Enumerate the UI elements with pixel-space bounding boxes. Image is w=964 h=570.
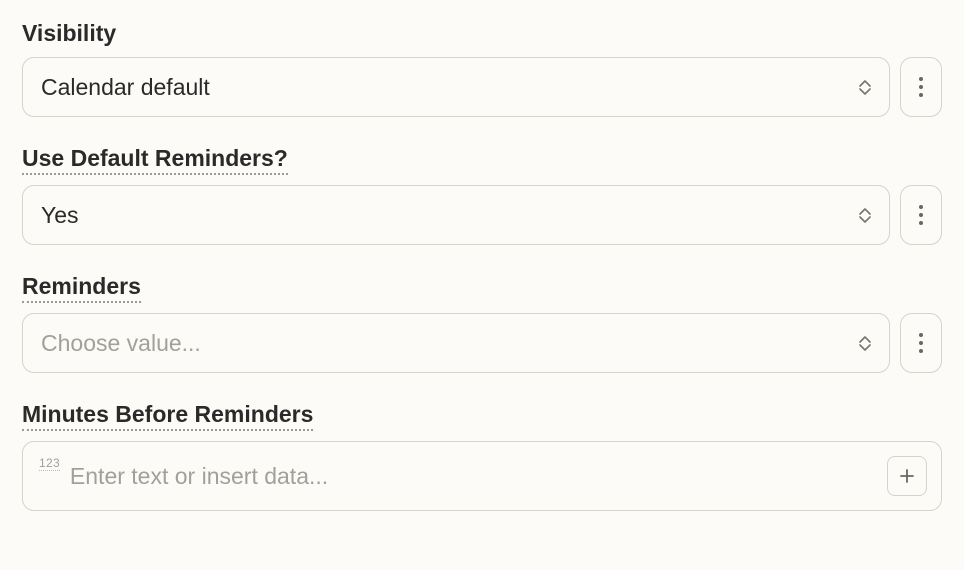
reminders-more-button[interactable]	[900, 313, 942, 373]
use-default-reminders-more-button[interactable]	[900, 185, 942, 245]
field-reminders: Reminders Choose value...	[22, 273, 942, 373]
more-vertical-icon	[919, 205, 923, 225]
minutes-before-row: 123 Enter text or insert data...	[22, 441, 942, 511]
use-default-reminders-label: Use Default Reminders?	[22, 145, 288, 175]
reminders-select[interactable]: Choose value...	[22, 313, 890, 373]
visibility-value: Calendar default	[41, 74, 859, 101]
reminders-row: Choose value...	[22, 313, 942, 373]
plus-icon	[898, 467, 916, 485]
visibility-more-button[interactable]	[900, 57, 942, 117]
use-default-reminders-select[interactable]: Yes	[22, 185, 890, 245]
use-default-reminders-value: Yes	[41, 202, 859, 229]
minutes-before-input[interactable]: 123 Enter text or insert data...	[22, 441, 942, 511]
visibility-row: Calendar default	[22, 57, 942, 117]
field-visibility: Visibility Calendar default	[22, 20, 942, 117]
reminders-label: Reminders	[22, 273, 141, 303]
select-chevrons-icon	[859, 336, 871, 351]
use-default-reminders-row: Yes	[22, 185, 942, 245]
field-minutes-before: Minutes Before Reminders 123 Enter text …	[22, 401, 942, 511]
more-vertical-icon	[919, 333, 923, 353]
visibility-select[interactable]: Calendar default	[22, 57, 890, 117]
field-use-default-reminders: Use Default Reminders? Yes	[22, 145, 942, 245]
minutes-before-label: Minutes Before Reminders	[22, 401, 313, 431]
more-vertical-icon	[919, 77, 923, 97]
number-type-icon: 123	[39, 456, 60, 471]
visibility-label: Visibility	[22, 20, 116, 47]
select-chevrons-icon	[859, 208, 871, 223]
reminders-placeholder: Choose value...	[41, 330, 859, 357]
select-chevrons-icon	[859, 80, 871, 95]
minutes-before-placeholder: Enter text or insert data...	[70, 463, 877, 490]
insert-data-button[interactable]	[887, 456, 927, 496]
